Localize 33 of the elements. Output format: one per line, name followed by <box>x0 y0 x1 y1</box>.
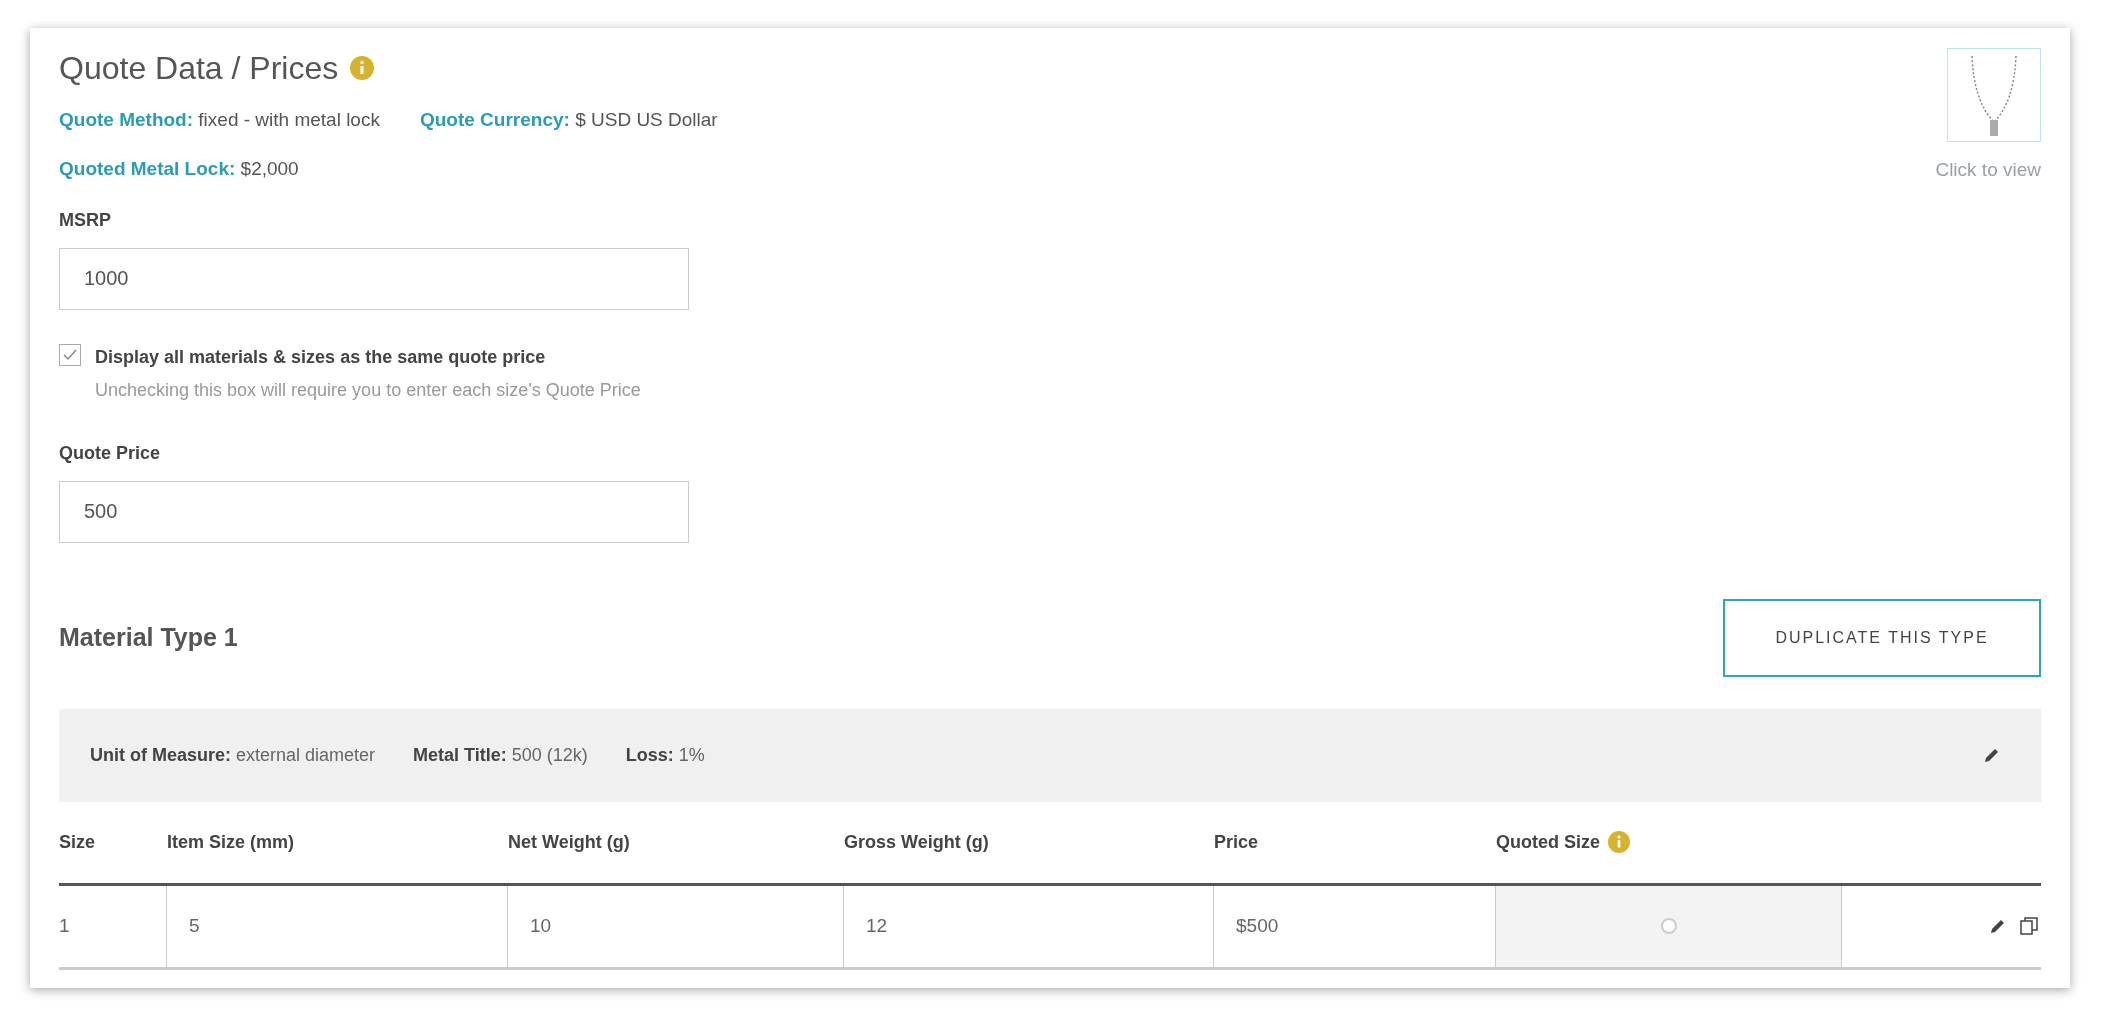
checkbox-label: Display all materials & sizes as the same quote price <box>95 345 547 369</box>
copy-icon[interactable] <box>2019 916 2039 936</box>
info-icon <box>1608 831 1630 853</box>
radio-button[interactable] <box>1660 918 1677 934</box>
section-title: Quote Data / Prices <box>59 49 339 88</box>
attribute-text: Metal Title: 500 (12k) <box>413 743 588 767</box>
column-header: Quoted Size <box>1496 830 1600 854</box>
field-label: MSRP <box>59 208 112 232</box>
pencil-icon[interactable] <box>1983 746 2001 764</box>
field-label: Quote Price <box>59 441 162 465</box>
column-header: Net Weight (g) <box>508 830 630 854</box>
table-cell: 5 <box>167 885 508 967</box>
column-header: Item Size (mm) <box>167 830 295 854</box>
column-header: Gross Weight (g) <box>844 830 989 854</box>
help-text: Unchecking this box will require you to enter each size's Quote Price <box>95 378 641 402</box>
column-header: Price <box>1214 830 1259 854</box>
quote-price-input-field[interactable]: 500 <box>59 480 689 543</box>
material-title: Material Type 1 <box>59 621 238 653</box>
checkbox[interactable] <box>59 343 81 366</box>
column-header: Size <box>59 830 96 854</box>
msrp-input-field[interactable]: 1000 <box>59 247 689 310</box>
pencil-icon[interactable] <box>1989 917 2007 935</box>
attribute-text: Unit of Measure: external diameter <box>90 743 376 767</box>
table-cell: 12 <box>844 885 1214 967</box>
table-cell: 10 <box>508 885 844 967</box>
meta-text: Quote Method: fixed - with metal lock <box>59 108 380 132</box>
attribute-text: Loss: 1% <box>625 743 705 767</box>
table-cell: 1 <box>59 885 167 967</box>
duplicate-button[interactable]: DUPLICATE THIS TYPE <box>1723 598 2041 677</box>
info-icon <box>350 56 375 80</box>
meta-text: Quote Currency: $ USD US Dollar <box>419 108 718 132</box>
meta-text: Quoted Metal Lock: $2,000 <box>59 156 299 181</box>
necklace-thumbnail[interactable] <box>1947 48 2041 142</box>
